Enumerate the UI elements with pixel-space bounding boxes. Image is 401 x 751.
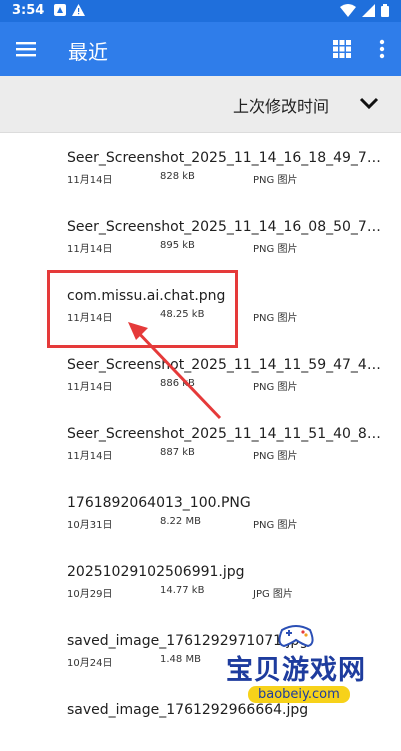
more-options-icon[interactable] [377, 37, 387, 61]
status-system-icons [340, 4, 389, 17]
file-row[interactable]: 20251029102506991.jpg 10月29日 14.77 kB JP… [0, 547, 401, 613]
file-type: PNG 图片 [253, 313, 298, 324]
annotation-arrow [128, 322, 222, 420]
grid-view-icon[interactable] [333, 40, 351, 58]
file-date: 11月14日 [67, 175, 113, 186]
file-date: 11月14日 [67, 451, 113, 462]
file-type: PNG 图片 [253, 175, 298, 186]
chevron-down-icon[interactable] [359, 96, 379, 110]
file-name: Seer_Screenshot_2025_11_14_16_18_49_789.… [67, 150, 381, 166]
file-type: PNG 图片 [253, 244, 298, 255]
file-name: com.missu.ai.chat.png [67, 288, 226, 304]
file-size: 895 kB [160, 240, 195, 251]
warning-icon [72, 4, 85, 16]
gamepad-icon [278, 625, 314, 648]
file-date: 10月24日 [67, 658, 113, 669]
status-bar: 3:54 [0, 0, 401, 22]
file-size: 8.22 MB [160, 516, 201, 527]
file-size: 828 kB [160, 171, 195, 182]
watermark: 宝贝游戏网 baobeiy.com [224, 620, 401, 714]
file-size: 14.77 kB [160, 585, 205, 596]
signal-icon [362, 4, 375, 17]
status-time: 3:54 [12, 3, 45, 18]
app-bar: 最近 [0, 22, 401, 76]
file-date: 11月14日 [67, 382, 113, 393]
file-type: JPG 图片 [253, 589, 293, 600]
file-row[interactable]: Seer_Screenshot_2025_11_14_16_08_50_720.… [0, 202, 401, 268]
status-notification-icons [54, 4, 85, 16]
watermark-brand: 宝贝游戏网 [226, 655, 366, 686]
sort-label: 上次修改时间 [232, 97, 329, 116]
file-size: 1.48 MB [160, 654, 201, 665]
wifi-icon [340, 4, 356, 17]
file-name: 1761892064013_100.PNG [67, 495, 251, 511]
file-name: Seer_Screenshot_2025_11_14_11_51_40_849.… [67, 426, 381, 442]
battery-icon [381, 4, 389, 17]
file-name: Seer_Screenshot_2025_11_14_16_08_50_720.… [67, 219, 381, 235]
app-notification-icon [54, 4, 66, 16]
file-row[interactable]: Seer_Screenshot_2025_11_14_16_18_49_789.… [0, 133, 401, 199]
file-date: 11月14日 [67, 244, 113, 255]
file-size: 887 kB [160, 447, 195, 458]
file-name: 20251029102506991.jpg [67, 564, 245, 580]
file-date: 10月29日 [67, 589, 113, 600]
watermark-url: baobeiy.com [248, 686, 350, 703]
page-title: 最近 [68, 40, 108, 64]
file-date: 10月31日 [67, 520, 113, 531]
menu-icon[interactable] [14, 37, 38, 61]
file-type: PNG 图片 [253, 382, 298, 393]
file-type: PNG 图片 [253, 520, 298, 531]
sort-bar[interactable]: 上次修改时间 [0, 76, 401, 133]
file-type: PNG 图片 [253, 451, 298, 462]
file-row[interactable]: 1761892064013_100.PNG 10月31日 8.22 MB PNG… [0, 478, 401, 544]
file-date: 11月14日 [67, 313, 113, 324]
